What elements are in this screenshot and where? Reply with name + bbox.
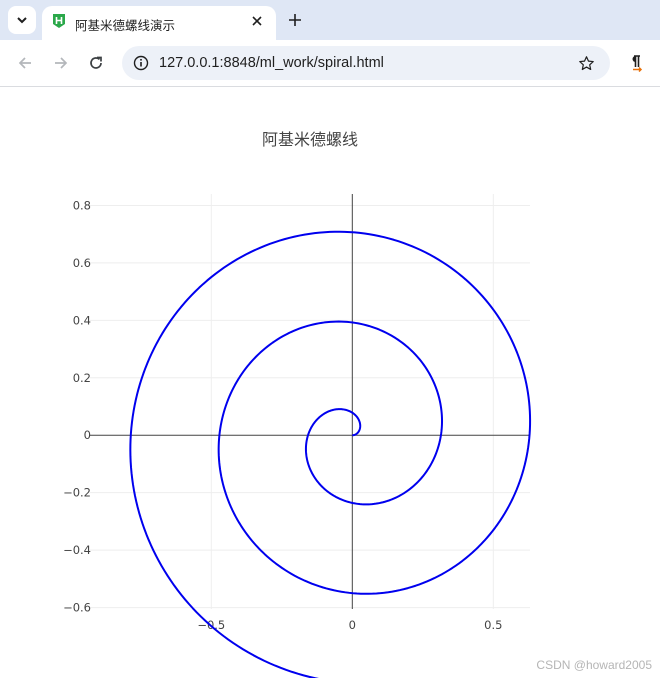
new-tab-button[interactable] [284, 9, 306, 31]
chart-title: 阿基米德螺线 [262, 130, 358, 149]
y-tick-label: 0.2 [73, 371, 91, 385]
hbuilder-favicon-icon [53, 14, 65, 28]
tab-strip: 阿基米德螺线演示 [0, 0, 660, 40]
info-icon [133, 55, 149, 71]
bookmark-button[interactable] [576, 53, 596, 73]
url-text: 127.0.0.1:8848/ml_work/spiral.html [159, 55, 384, 71]
spiral-line [129, 230, 532, 678]
close-icon [252, 16, 262, 26]
y-tick-label: −0.2 [63, 486, 91, 500]
y-tick-label: −0.6 [63, 601, 91, 615]
chevron-down-icon [17, 17, 27, 24]
arrow-left-icon [18, 57, 31, 69]
browser-toolbar: 127.0.0.1:8848/ml_work/spiral.html [0, 40, 660, 87]
spiral-chart: −0.5 0 0.5−0.6−0.4−0.200.20.40.60.8 阿基米德螺线 [63, 130, 532, 678]
reload-button[interactable] [85, 52, 107, 74]
plus-icon [289, 14, 301, 26]
tab-close-button[interactable] [248, 12, 266, 30]
x-tick-label: 0.5 [484, 618, 502, 632]
arrow-right-icon [55, 57, 68, 69]
x-tick-label: 0 [349, 618, 356, 632]
tab-title: 阿基米德螺线演示 [75, 19, 176, 33]
page-content: −0.5 0 0.5 −0.6 −0.4 −0.2 0 0.2 0.4 0.6 0.8 阿基米德螺线… [0, 87, 660, 678]
grid-layer [90, 194, 530, 609]
reload-icon [90, 56, 102, 69]
y-tick-label: 0.8 [73, 198, 91, 212]
y-tick-label: 0.4 [73, 313, 91, 327]
tab-active[interactable]: 阿基米德螺线演示 [42, 6, 276, 40]
tick-label-layer: −0.5 0 0.5−0.6−0.4−0.200.20.40.60.8 [63, 198, 502, 632]
watermark: CSDN @howard2005 [536, 658, 652, 672]
series-layer [129, 230, 532, 678]
y-tick-label: 0 [84, 428, 91, 442]
pilcrow-icon [632, 55, 643, 72]
star-icon [578, 55, 594, 70]
site-info-button[interactable] [130, 52, 152, 74]
y-tick-label: −0.4 [63, 543, 91, 557]
forward-button[interactable] [50, 52, 72, 74]
y-tick-label: 0.6 [73, 256, 91, 270]
address-bar[interactable]: 127.0.0.1:8848/ml_work/spiral.html [122, 46, 610, 80]
axis-layer [90, 194, 530, 609]
extension-button[interactable] [624, 52, 646, 74]
back-button[interactable] [14, 52, 36, 74]
tab-search-button[interactable] [8, 6, 36, 34]
